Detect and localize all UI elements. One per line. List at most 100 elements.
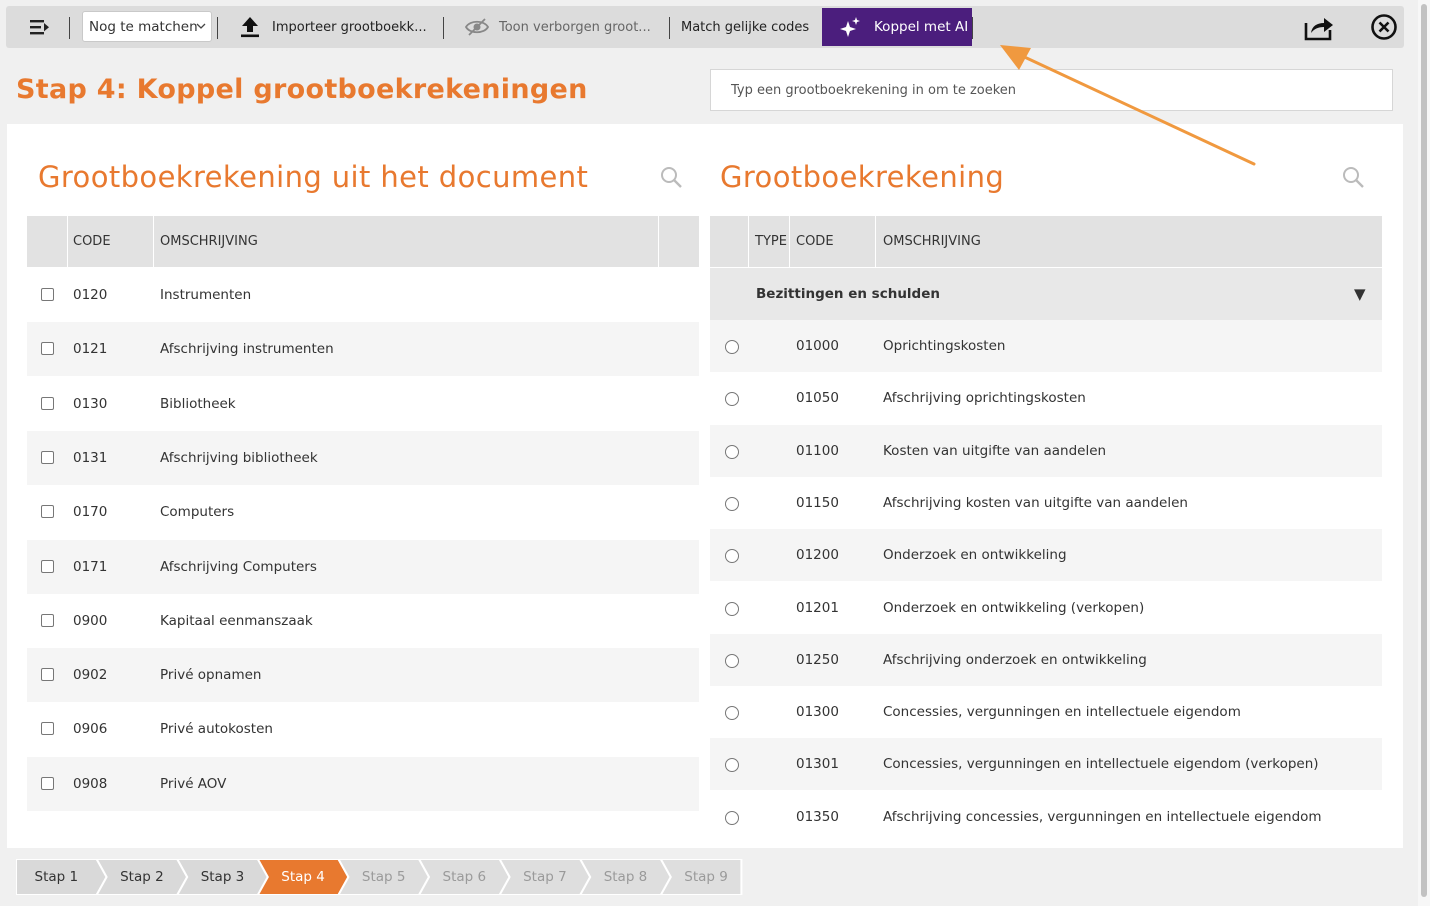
ledger-table-row[interactable]: 01150 Afschrijving kosten van uitgifte va… <box>710 477 1382 529</box>
row-code: 0906 <box>73 721 108 737</box>
column-header-description[interactable]: OMSCHRIJVING <box>883 216 981 267</box>
upload-arrow-icon <box>241 17 259 38</box>
step-7[interactable]: Stap 7 <box>510 859 581 895</box>
document-table-row[interactable]: 0908 Privé AOV <box>27 757 699 811</box>
search-icon[interactable] <box>659 165 683 189</box>
document-table-row[interactable]: 0906 Privé autokosten <box>27 702 699 756</box>
ledger-search-input[interactable]: Typ een grootboekrekening in om te zoeke… <box>710 69 1393 111</box>
row-checkbox[interactable] <box>41 560 54 573</box>
row-description: Onderzoek en ontwikkeling (verkopen) <box>883 600 1145 616</box>
group-row-assets[interactable]: Bezittingen en schulden ▼ <box>710 268 1382 320</box>
import-ledger-button[interactable]: Importeer grootboekk... <box>240 6 440 48</box>
document-table-row[interactable]: 0130 Bibliotheek <box>27 377 699 431</box>
document-table-row[interactable]: 0131 Afschrijving bibliotheek <box>27 431 699 485</box>
row-code: 01150 <box>796 495 839 511</box>
row-description: Computers <box>160 504 235 520</box>
close-button[interactable] <box>1367 10 1401 44</box>
document-table-row[interactable]: 0120 Instrumenten <box>27 268 699 322</box>
match-codes-button[interactable]: Match gelijke codes <box>681 6 816 48</box>
row-radio[interactable] <box>725 445 739 459</box>
row-code: 01300 <box>796 704 839 720</box>
ledger-table-row[interactable]: 01000 Oprichtingskosten <box>710 320 1382 372</box>
export-button[interactable] <box>1302 10 1336 44</box>
step-5[interactable]: Stap 5 <box>348 859 419 895</box>
column-header-description[interactable]: OMSCHRIJVING <box>160 216 258 267</box>
row-radio[interactable] <box>725 811 739 825</box>
page-scrollbar[interactable] <box>1418 0 1430 906</box>
row-checkbox[interactable] <box>41 451 54 464</box>
document-table-row[interactable]: 0121 Afschrijving instrumenten <box>27 322 699 376</box>
row-checkbox[interactable] <box>41 722 54 735</box>
row-radio[interactable] <box>725 706 739 720</box>
row-description: Oprichtingskosten <box>883 338 1006 354</box>
row-description: Afschrijving concessies, vergunningen en… <box>883 809 1322 825</box>
step-1[interactable]: Stap 1 <box>16 859 97 895</box>
row-checkbox[interactable] <box>41 777 54 790</box>
row-description: Afschrijving kosten van uitgifte van aan… <box>883 495 1188 511</box>
row-code: 0902 <box>73 667 108 683</box>
step-6[interactable]: Stap 6 <box>429 859 500 895</box>
step-3[interactable]: Stap 3 <box>187 859 258 895</box>
row-checkbox[interactable] <box>41 668 54 681</box>
row-description: Privé opnamen <box>160 667 262 683</box>
ledger-table-row[interactable]: 01350 Afschrijving concessies, vergunning… <box>710 791 1382 843</box>
ledger-table-row[interactable]: 01200 Onderzoek en ontwikkeling <box>710 529 1382 581</box>
row-radio[interactable] <box>725 549 739 563</box>
group-toggle-icon[interactable]: ▼ <box>1354 268 1366 320</box>
document-table-row[interactable]: 0902 Privé opnamen <box>27 648 699 702</box>
row-checkbox[interactable] <box>41 342 54 355</box>
step-4[interactable]: Stap 4 <box>268 859 339 895</box>
document-table-row[interactable]: 0900 Kapitaal eenmanszaak <box>27 594 699 648</box>
scrollbar-thumb[interactable] <box>1421 4 1427 897</box>
row-radio[interactable] <box>725 602 739 616</box>
column-header-code[interactable]: CODE <box>73 216 111 267</box>
row-code: 01100 <box>796 443 839 459</box>
row-checkbox[interactable] <box>41 288 54 301</box>
row-description: Kapitaal eenmanszaak <box>160 613 313 629</box>
row-code: 01050 <box>796 390 839 406</box>
ledger-table-row[interactable]: 01201 Onderzoek en ontwikkeling (verkopen… <box>710 582 1382 634</box>
ledger-table-row[interactable]: 01301 Concessies, vergunningen en intelle… <box>710 738 1382 790</box>
row-code: 0121 <box>73 341 108 357</box>
show-hidden-button[interactable]: Toon verborgen groot... <box>464 6 664 48</box>
ledger-table-row[interactable]: 01250 Afschrijving onderzoek en ontwikkel… <box>710 634 1382 686</box>
row-radio[interactable] <box>725 758 739 772</box>
step-2[interactable]: Stap 2 <box>107 859 178 895</box>
step-9[interactable]: Stap 9 <box>671 859 742 895</box>
row-code: 01250 <box>796 652 839 668</box>
row-radio[interactable] <box>725 392 739 406</box>
toolbar: Nog te matchen Importeer grootboekk... T… <box>6 6 1404 48</box>
document-ledger-title: Grootboekrekening uit het document <box>38 160 589 194</box>
document-table-row[interactable]: 0170 Computers <box>27 485 699 539</box>
ledger-table-row[interactable]: 01100 Kosten van uitgifte van aandelen <box>710 425 1382 477</box>
ai-match-button[interactable]: Koppel met AI <box>822 8 972 46</box>
ledger-table-row[interactable]: 01300 Concessies, vergunningen en intelle… <box>710 686 1382 738</box>
search-icon[interactable] <box>1341 165 1365 189</box>
share-icon <box>1304 18 1333 41</box>
document-table-row[interactable]: 0171 Afschrijving Computers <box>27 540 699 594</box>
close-circle-icon <box>1371 14 1397 40</box>
step-8[interactable]: Stap 8 <box>590 859 661 895</box>
match-filter-select[interactable]: Nog te matchen <box>82 11 212 42</box>
menu-toggle-button[interactable] <box>28 6 52 48</box>
row-description: Afschrijving onderzoek en ontwikkeling <box>883 652 1147 668</box>
row-code: 0120 <box>73 287 108 303</box>
column-header-type[interactable]: TYPE <box>755 216 787 267</box>
row-radio[interactable] <box>725 497 739 511</box>
row-checkbox[interactable] <box>41 397 54 410</box>
toolbar-divider <box>443 17 444 39</box>
row-checkbox[interactable] <box>41 614 54 627</box>
row-description: Privé autokosten <box>160 721 273 737</box>
row-description: Kosten van uitgifte van aandelen <box>883 443 1107 459</box>
row-code: 0900 <box>73 613 108 629</box>
ledger-table-row[interactable]: 01050 Afschrijving oprichtingskosten <box>710 372 1382 424</box>
row-description: Afschrijving bibliotheek <box>160 450 318 466</box>
column-header-code[interactable]: CODE <box>796 216 834 267</box>
document-table-header: CODE OMSCHRIJVING <box>27 216 699 267</box>
row-checkbox[interactable] <box>41 505 54 518</box>
row-radio[interactable] <box>725 654 739 668</box>
row-radio[interactable] <box>725 340 739 354</box>
menu-collapse-icon <box>30 20 49 35</box>
row-description: Concessies, vergunningen en intellectuel… <box>883 704 1241 720</box>
toolbar-divider <box>69 17 70 39</box>
